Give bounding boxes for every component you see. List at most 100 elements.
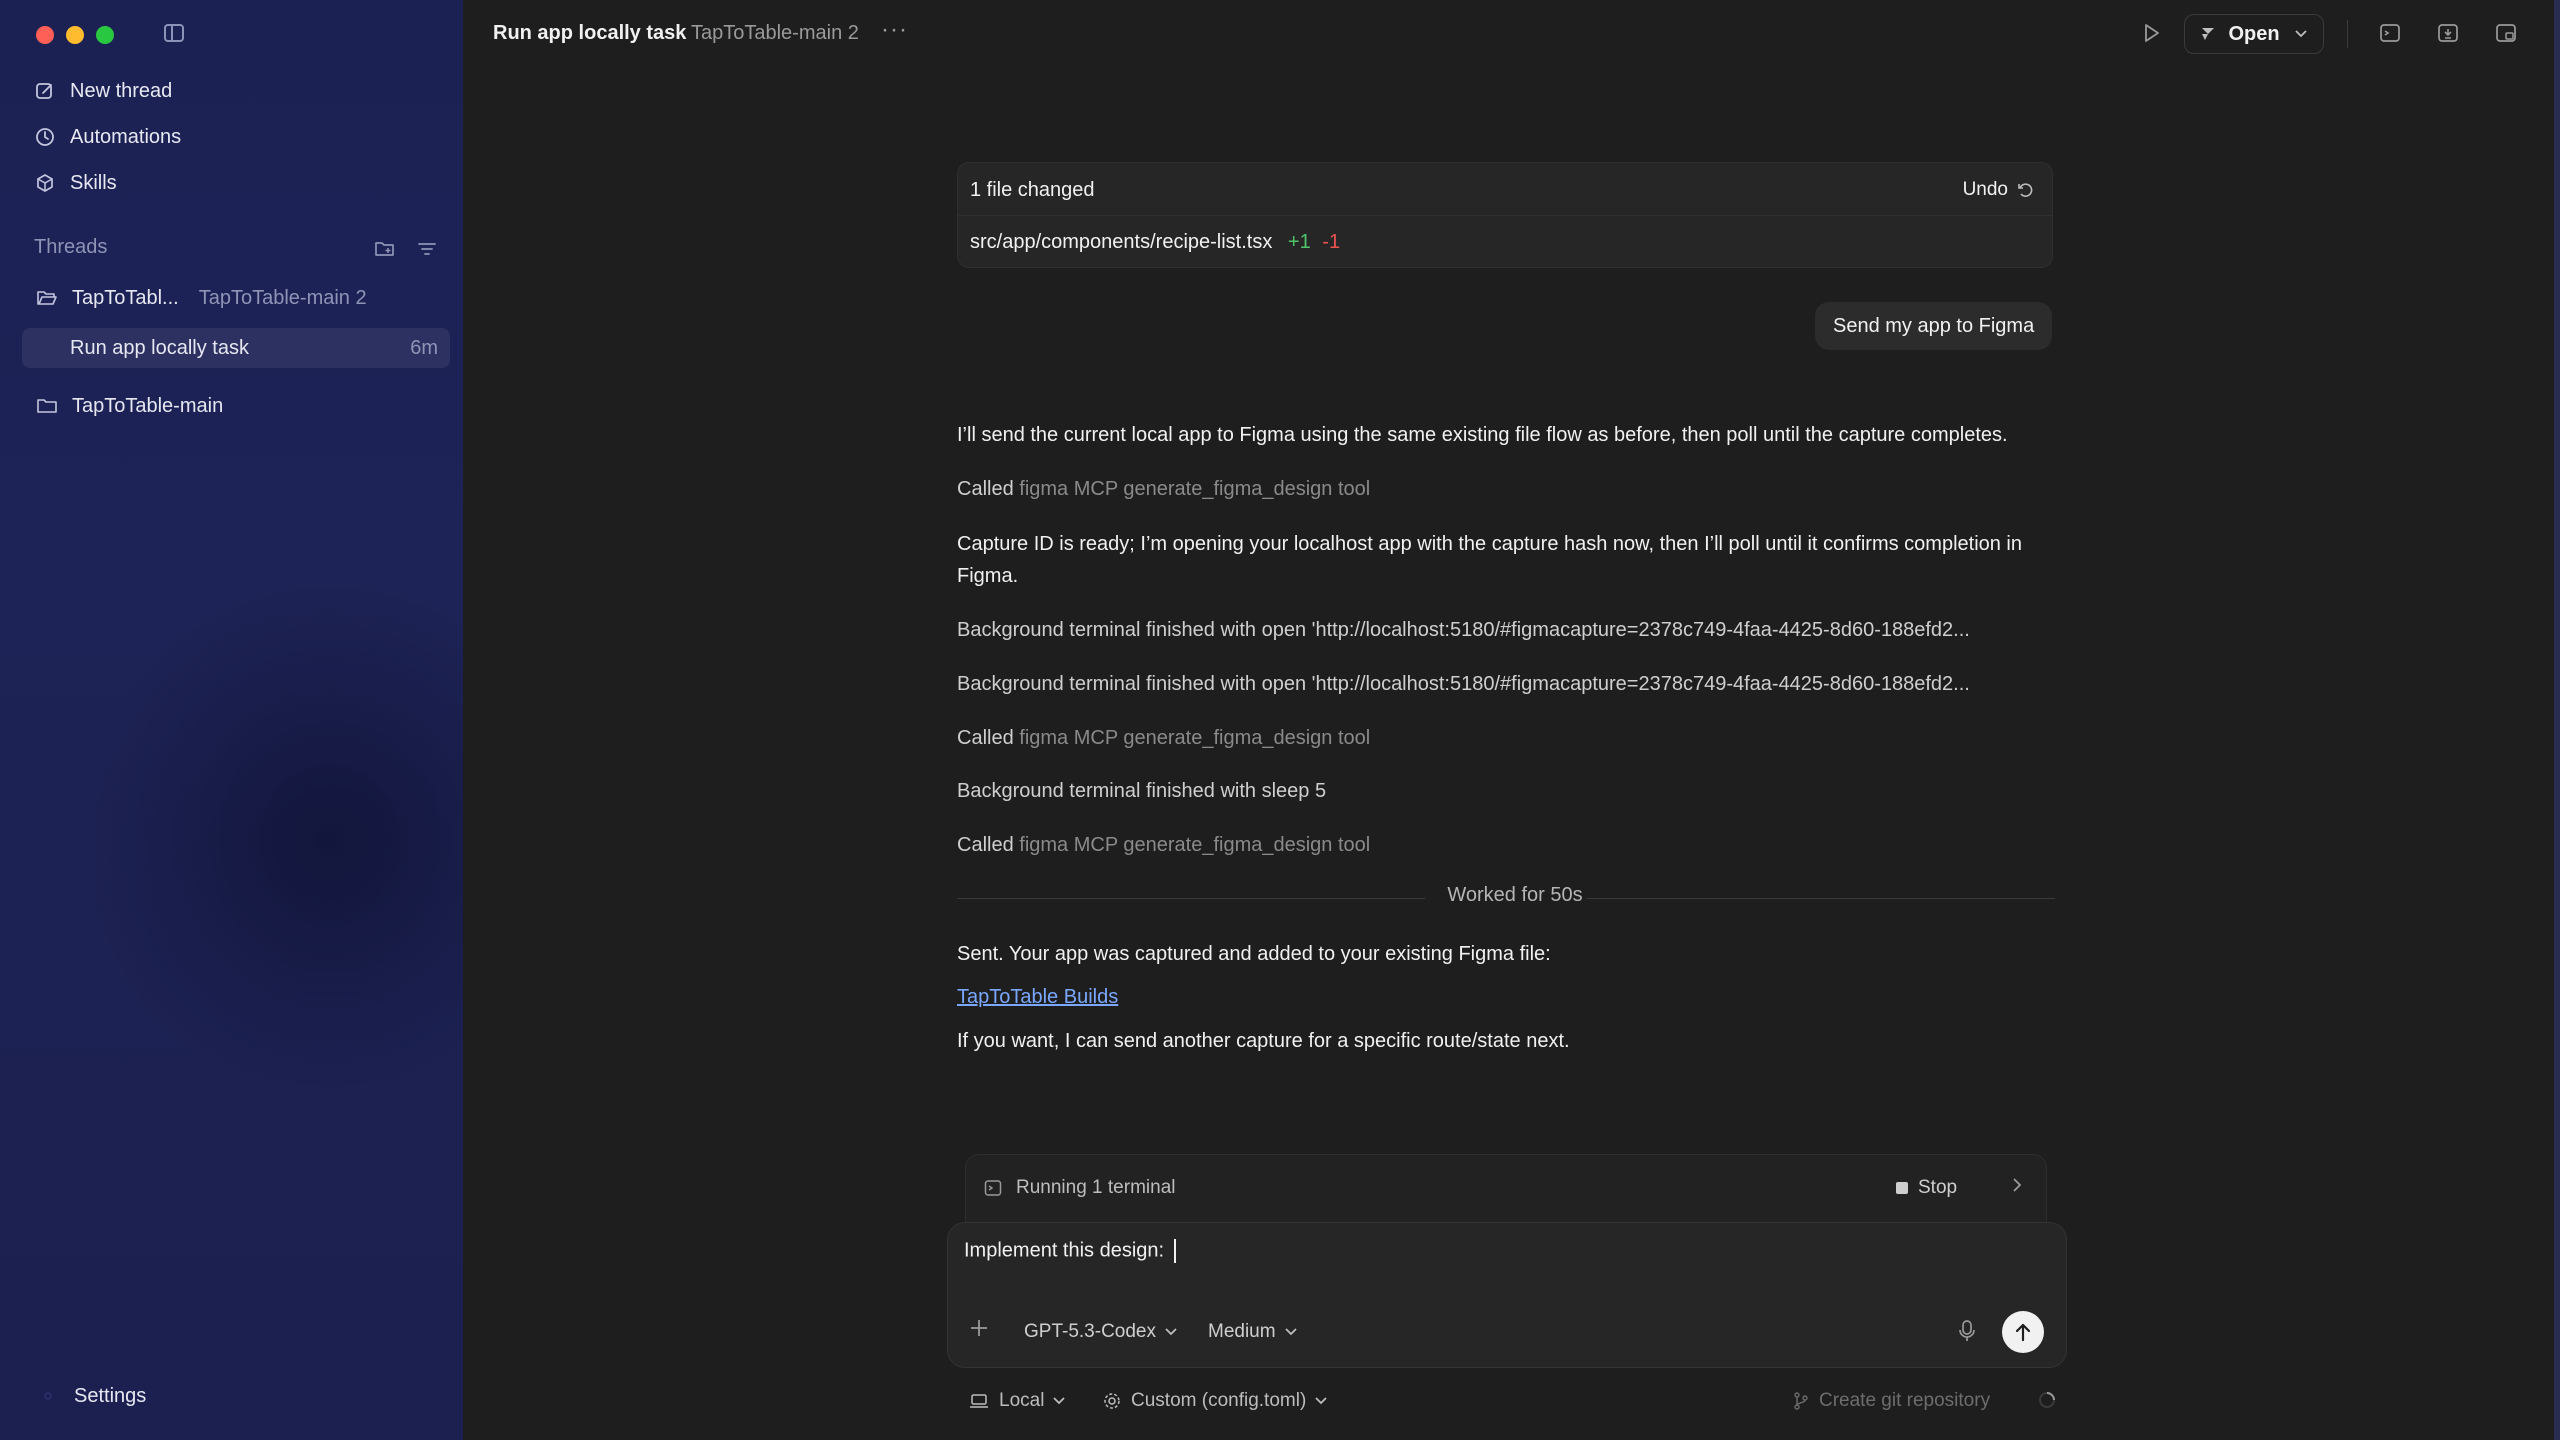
- open-button[interactable]: Open: [2184, 14, 2324, 54]
- create-git-repository-button[interactable]: Create git repository: [1793, 1390, 1990, 1412]
- thread-folder-name: TapToTable-main: [72, 394, 224, 417]
- gear-icon: [38, 1386, 60, 1408]
- edit-icon: [34, 80, 56, 102]
- chevron-down-icon: [2294, 29, 2308, 39]
- loading-spinner-icon: [2037, 1390, 2057, 1410]
- minimize-window-button[interactable]: [66, 26, 84, 44]
- add-attachment-button[interactable]: [968, 1315, 990, 1345]
- assistant-message: Capture ID is ready; I’m opening your lo…: [957, 533, 2022, 587]
- user-message-text: Send my app to Figma: [1833, 314, 2035, 337]
- terminal-event-row[interactable]: Background terminal finished with open '…: [957, 614, 2057, 646]
- undo-label: Undo: [1962, 179, 2008, 200]
- sidebar-toggle-icon[interactable]: [164, 24, 184, 42]
- tool-call-prefix: Called: [957, 834, 1014, 856]
- file-changes-card: 1 file changed Undo src/app/components/r…: [957, 162, 2053, 268]
- settings-button[interactable]: Settings: [38, 1385, 146, 1408]
- nav-label: Skills: [70, 171, 117, 194]
- send-button[interactable]: [2002, 1311, 2044, 1353]
- clock-icon: [34, 126, 56, 148]
- thread-name: Run app locally task: [70, 336, 249, 359]
- tool-call-row[interactable]: Called figma MCP generate_figma_design t…: [957, 722, 2057, 754]
- tool-call-name: figma MCP generate_figma_design tool: [1019, 727, 1371, 749]
- terminal-status[interactable]: Running 1 terminal: [984, 1177, 1175, 1199]
- config-selector[interactable]: Custom (config.toml): [1103, 1390, 1328, 1412]
- play-icon[interactable]: [2140, 22, 2162, 44]
- terminal-event-row[interactable]: Background terminal finished with open '…: [957, 668, 2057, 700]
- terminal-status-label: Running 1 terminal: [1016, 1177, 1176, 1198]
- divider-line: [1587, 898, 2055, 899]
- thread-run-app-locally[interactable]: Run app locally task 6m: [22, 328, 450, 368]
- terminal-icon: [984, 1179, 1002, 1197]
- nav-skills[interactable]: Skills: [34, 165, 117, 201]
- nav-automations[interactable]: Automations: [34, 119, 181, 155]
- toolbar-divider: [2347, 20, 2348, 48]
- more-options-button[interactable]: ···: [881, 16, 908, 44]
- git-branch-icon: [1793, 1392, 1809, 1410]
- cube-icon: [34, 172, 56, 194]
- nav-new-thread[interactable]: New thread: [34, 73, 172, 109]
- changed-file-path: src/app/components/recipe-list.tsx: [970, 231, 1273, 253]
- stop-icon: [1896, 1182, 1908, 1194]
- stop-button[interactable]: Stop: [1896, 1177, 1957, 1199]
- split-view-icon[interactable]: [2495, 22, 2517, 44]
- config-label: Custom (config.toml): [1131, 1390, 1307, 1411]
- files-changed-title: 1 file changed: [970, 179, 1095, 201]
- text-caret: [1173, 1239, 1176, 1263]
- nav-label: New thread: [70, 79, 173, 102]
- figma-file-link[interactable]: TapToTable Builds: [957, 986, 1118, 1008]
- model-selector[interactable]: GPT-5.3-Codex: [1024, 1321, 1178, 1343]
- environment-selector[interactable]: Local: [969, 1390, 1066, 1412]
- undo-icon: [2016, 181, 2034, 199]
- app-logo-icon: [2200, 26, 2216, 42]
- zoom-window-button[interactable]: [96, 26, 114, 44]
- terminal-event-row[interactable]: Background terminal finished with sleep …: [957, 775, 2057, 807]
- effort-label: Medium: [1208, 1321, 1276, 1342]
- figma-link-row: TapToTable Builds: [957, 981, 2057, 1013]
- chevron-right-icon[interactable]: [2010, 1175, 2024, 1201]
- running-terminal-bar: Running 1 terminal Stop: [965, 1154, 2047, 1222]
- divider-line: [957, 898, 1425, 899]
- tool-call-row[interactable]: Called figma MCP generate_figma_design t…: [957, 473, 2057, 505]
- tool-call-prefix: Called: [957, 478, 1014, 500]
- thread-folder-taptotable-main-2[interactable]: TapToTabl... TapToTable-main 2: [22, 278, 450, 318]
- tool-call-name: figma MCP generate_figma_design tool: [1019, 834, 1371, 856]
- tool-call-name: figma MCP generate_figma_design tool: [1019, 478, 1371, 500]
- settings-label: Settings: [74, 1385, 147, 1407]
- page-subtitle: TapToTable-main 2: [691, 22, 859, 44]
- undo-button[interactable]: Undo: [1963, 179, 2034, 201]
- user-message: Send my app to Figma: [1815, 302, 2053, 350]
- stop-label: Stop: [1918, 1177, 1958, 1198]
- tool-call-row[interactable]: Called figma MCP generate_figma_design t…: [957, 829, 2057, 861]
- thread-folder-taptotable-main[interactable]: TapToTable-main: [22, 386, 450, 426]
- folder-open-icon: [36, 288, 58, 308]
- composer-input[interactable]: Implement this design:: [964, 1239, 1176, 1263]
- thread-time: 6m: [410, 336, 438, 359]
- assistant-message: If you want, I can send another capture …: [957, 1030, 1570, 1052]
- reasoning-effort-selector[interactable]: Medium: [1208, 1321, 1298, 1343]
- changed-file-row[interactable]: src/app/components/recipe-list.tsx +1 -1: [970, 231, 1340, 254]
- new-folder-icon[interactable]: [374, 238, 396, 260]
- chevron-down-icon: [1164, 1321, 1178, 1343]
- composer-input-value: Implement this design:: [964, 1239, 1170, 1262]
- arrow-up-icon: [2013, 1321, 2033, 1343]
- assistant-message: Sent. Your app was captured and added to…: [957, 943, 1551, 965]
- lines-removed: -1: [1322, 231, 1341, 253]
- open-label: Open: [2228, 22, 2280, 45]
- close-window-button[interactable]: [36, 26, 54, 44]
- git-label: Create git repository: [1819, 1390, 1991, 1411]
- model-label: GPT-5.3-Codex: [1024, 1321, 1156, 1342]
- chevron-down-icon: [1314, 1390, 1328, 1412]
- chevron-down-icon: [1284, 1321, 1298, 1343]
- chevron-down-icon: [1052, 1390, 1066, 1412]
- tool-call-prefix: Called: [957, 727, 1014, 749]
- worked-duration[interactable]: Worked for 50s: [1435, 884, 1595, 907]
- terminal-icon[interactable]: [2379, 22, 2401, 44]
- assistant-message: I’ll send the current local app to Figma…: [957, 424, 2008, 446]
- thread-folder-name: TapToTabl...: [72, 286, 179, 309]
- page-title: Run app locally task: [493, 22, 687, 44]
- diff-panel-icon[interactable]: [2437, 22, 2459, 44]
- app-window: New thread Automations Skills Threads Ta…: [0, 0, 2560, 1440]
- filter-icon[interactable]: [416, 238, 438, 260]
- nav-label: Automations: [70, 125, 182, 148]
- microphone-icon[interactable]: [1956, 1319, 1978, 1343]
